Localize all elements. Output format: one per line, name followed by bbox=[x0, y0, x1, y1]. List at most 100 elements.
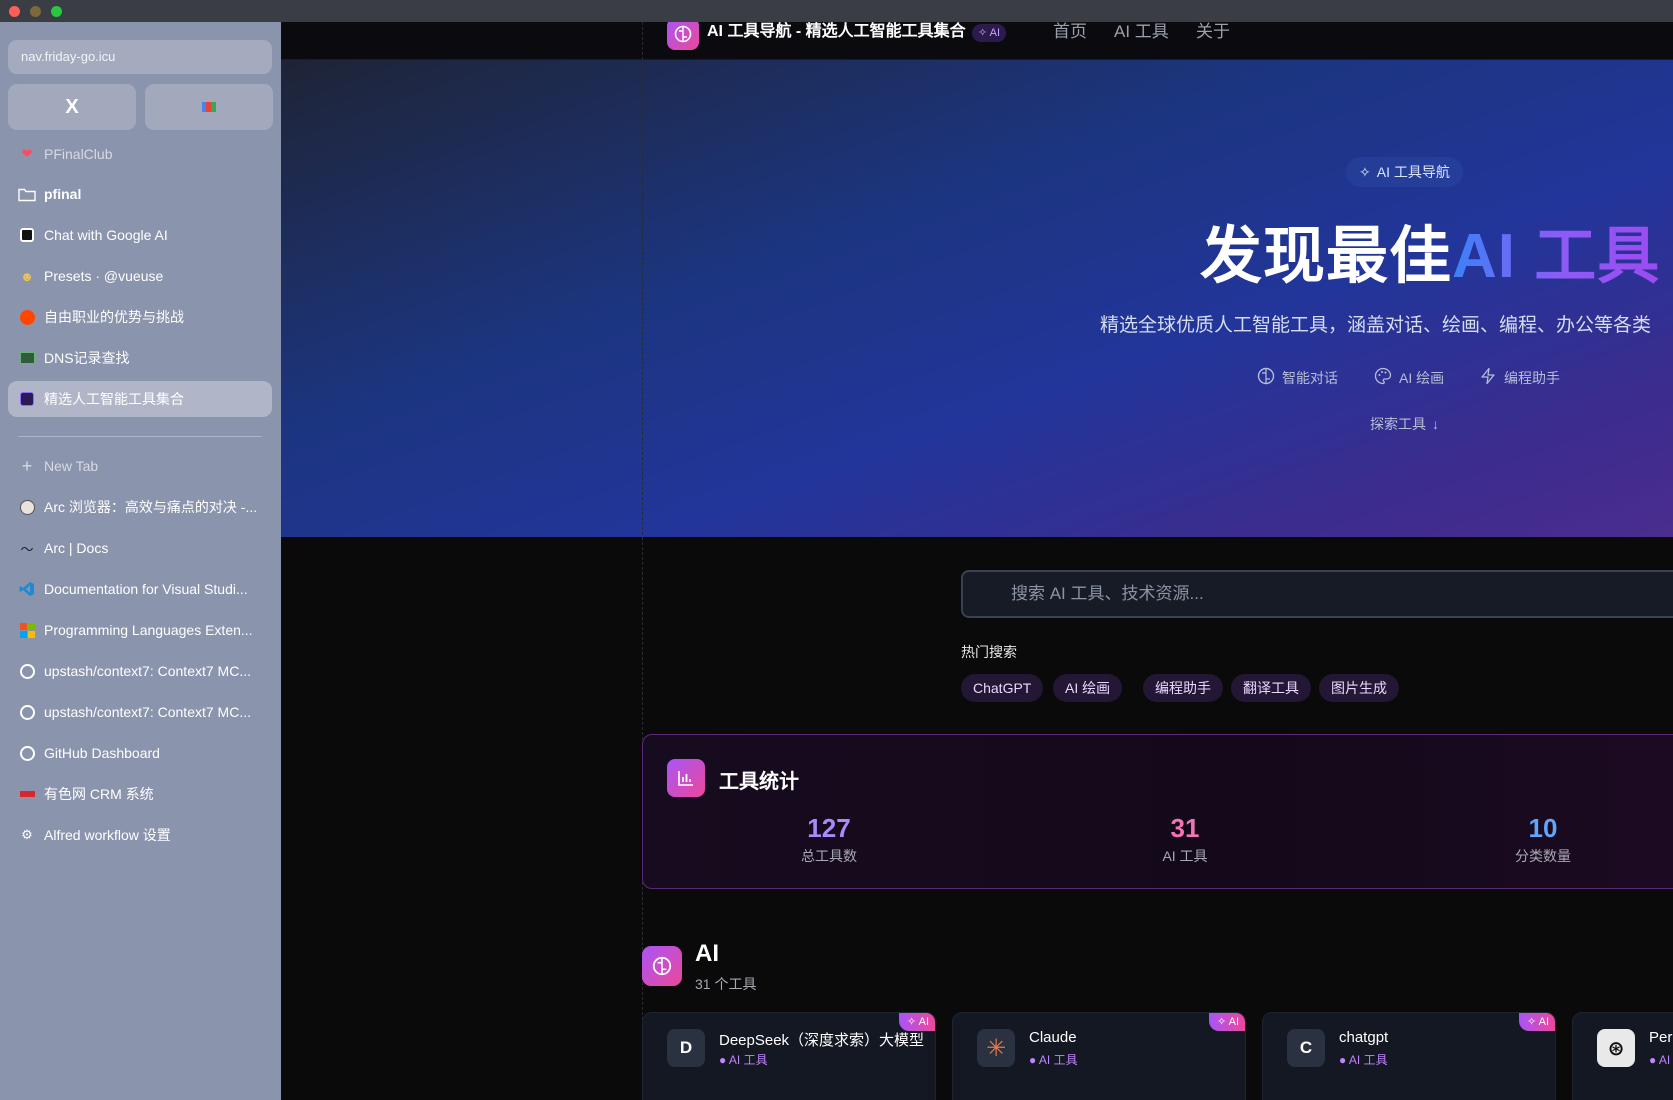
stat-value: 31 bbox=[1170, 813, 1200, 843]
site-title[interactable]: AI 工具导航 - 精选人工智能工具集合 bbox=[707, 22, 966, 42]
maximize-window-button[interactable] bbox=[51, 6, 62, 17]
arrow-down-icon: ↓ bbox=[1432, 416, 1439, 432]
hero-section: ✧ AI 工具导航 发现最佳AI 工具 精选全球优质人工智能工具，涵盖对话、绘画… bbox=[281, 60, 1673, 537]
category-title: AI bbox=[695, 940, 719, 967]
tab-context7-1[interactable]: upstash/context7: Context7 MC... bbox=[8, 653, 272, 689]
pinned-item-label: 自由职业的优势与挑战 bbox=[44, 309, 184, 325]
nav-about[interactable]: 关于 bbox=[1196, 22, 1230, 42]
tab-arc-article[interactable]: Arc 浏览器：高效与痛点的对决 -... bbox=[8, 489, 272, 525]
tool-card-claude[interactable]: ✳ Claude ● AI 工具 ✧ AI bbox=[952, 1012, 1246, 1100]
ai-badge: ✧ AI bbox=[972, 24, 1007, 42]
feature-label: AI 绘画 bbox=[1399, 369, 1445, 386]
x-logo-icon: X bbox=[65, 95, 79, 118]
hot-chip-chatgpt[interactable]: ChatGPT bbox=[961, 674, 1044, 702]
favorite-x[interactable]: X bbox=[8, 84, 136, 130]
tab-label: GitHub Dashboard bbox=[44, 745, 160, 761]
github-icon bbox=[18, 744, 36, 762]
category-count: 31 个工具 bbox=[695, 976, 757, 992]
stat-value: 127 bbox=[807, 813, 851, 843]
perplexity-icon: ⊛ bbox=[1597, 1029, 1635, 1067]
tab-label: Programming Languages Exten... bbox=[44, 622, 253, 638]
tab-label: Documentation for Visual Studi... bbox=[44, 581, 248, 597]
tab-alfred[interactable]: ⚙ Alfred workflow 设置 bbox=[8, 817, 272, 853]
pinned-item-dns[interactable]: DNS记录查找 bbox=[8, 340, 272, 376]
pinned-item-vueuse[interactable]: ☻ Presets · @vueuse bbox=[8, 258, 272, 294]
tool-card-deepseek[interactable]: D DeepSeek（深度求索）大模型 ● AI 工具 ✧ AI bbox=[642, 1012, 936, 1100]
new-tab-label: New Tab bbox=[44, 458, 99, 474]
hero-pill: ✧ AI 工具导航 bbox=[1346, 157, 1463, 187]
sparkle-icon: ✧ bbox=[1359, 164, 1371, 180]
tab-label: upstash/context7: Context7 MC... bbox=[44, 663, 251, 679]
tab-label: 有色网 CRM 系统 bbox=[44, 786, 154, 802]
tab-crm[interactable]: 有色网 CRM 系统 bbox=[8, 776, 272, 812]
pinned-item-reddit[interactable]: 自由职业的优势与挑战 bbox=[8, 299, 272, 335]
tool-card-perplexity[interactable]: ⊛ Perplexity ● AI 工具 bbox=[1572, 1012, 1673, 1100]
pinned-item-label: DNS记录查找 bbox=[44, 350, 130, 366]
tool-card-chatgpt[interactable]: C chatgpt ● AI 工具 ✧ AI bbox=[1262, 1012, 1556, 1100]
pinned-item-pfinalclub[interactable]: ❤ PFinalClub bbox=[8, 136, 272, 172]
ai-badge-label: AI bbox=[989, 27, 1001, 39]
hot-chip-coding[interactable]: 编程助手 bbox=[1143, 674, 1223, 702]
hot-chip-image-gen[interactable]: 图片生成 bbox=[1319, 674, 1399, 702]
tool-tag: ● AI 工具 bbox=[1029, 1053, 1078, 1067]
hot-chip-ai-painting[interactable]: AI 绘画 bbox=[1053, 674, 1123, 702]
feature-chat[interactable]: 智能对话 bbox=[1257, 367, 1338, 388]
search-input[interactable]: 搜索 AI 工具、技术资源... bbox=[961, 570, 1673, 618]
stats-panel: 工具统计 127 总工具数 31 AI 工具 10 分类数量 bbox=[642, 734, 1673, 889]
pinned-item-ai-nav[interactable]: 精选人工智能工具集合 bbox=[8, 381, 272, 417]
ai-corner-badge: ✧ AI bbox=[1209, 1013, 1245, 1031]
tool-tag: ● AI 工具 bbox=[719, 1053, 768, 1067]
hero-subtitle: 精选全球优质人工智能工具，涵盖对话、绘画、编程、办公等各类 bbox=[1100, 315, 1652, 336]
tool-tag: ● AI 工具 bbox=[1339, 1053, 1388, 1067]
gear-icon: ⚙ bbox=[21, 827, 33, 842]
claude-icon: ✳ bbox=[977, 1029, 1015, 1067]
feature-coding[interactable]: 编程助手 bbox=[1479, 367, 1560, 388]
browser-sidebar: nav.friday-go.icu X ❤ PFinalClub pfinal … bbox=[0, 22, 281, 1100]
site-header: AI 工具导航 - 精选人工智能工具集合 ✧ AI 首页 AI 工具 关于 bbox=[281, 22, 1673, 60]
stat-label: 总工具数 bbox=[801, 848, 857, 864]
explore-tools-link[interactable]: 探索工具 ↓ bbox=[1370, 414, 1439, 434]
minimize-window-button[interactable] bbox=[30, 6, 41, 17]
tab-arc-docs[interactable]: 〜 Arc | Docs bbox=[8, 530, 272, 566]
layout-guide-line bbox=[642, 22, 643, 1100]
hot-chip-translate[interactable]: 翻译工具 bbox=[1231, 674, 1311, 702]
nav-home[interactable]: 首页 bbox=[1053, 22, 1087, 42]
tab-label: upstash/context7: Context7 MC... bbox=[44, 704, 251, 720]
favorite-gmail[interactable] bbox=[145, 84, 273, 130]
new-tab-button[interactable]: + New Tab bbox=[8, 448, 272, 484]
folder-icon bbox=[18, 185, 36, 203]
pinned-folder-pfinal[interactable]: pfinal bbox=[8, 176, 272, 212]
tool-name: DeepSeek（深度求索）大模型 bbox=[719, 1032, 925, 1049]
tab-vscode-docs[interactable]: Documentation for Visual Studi... bbox=[8, 571, 272, 607]
window-titlebar bbox=[0, 0, 1673, 22]
pinned-item-label: Chat with Google AI bbox=[44, 227, 168, 243]
pinned-item-label: 精选人工智能工具集合 bbox=[44, 391, 184, 407]
url-bar[interactable]: nav.friday-go.icu bbox=[8, 40, 272, 74]
feature-painting[interactable]: AI 绘画 bbox=[1374, 367, 1444, 388]
category-brain-icon bbox=[642, 946, 682, 986]
brain-logo-icon[interactable] bbox=[667, 22, 699, 50]
pinned-item-google-ai[interactable]: Chat with Google AI bbox=[8, 217, 272, 253]
stat-total: 127 总工具数 bbox=[729, 813, 929, 866]
bar-chart-icon bbox=[667, 759, 705, 797]
tool-avatar: D bbox=[667, 1029, 705, 1067]
nav-ai-tools[interactable]: AI 工具 bbox=[1114, 22, 1169, 42]
tab-label: Arc 浏览器：高效与痛点的对决 -... bbox=[44, 499, 258, 515]
microsoft-icon bbox=[18, 621, 36, 639]
stat-ai-tools: 31 AI 工具 bbox=[1085, 813, 1285, 866]
lightning-icon bbox=[1479, 367, 1497, 388]
feature-label: 智能对话 bbox=[1282, 369, 1338, 386]
tab-github-dashboard[interactable]: GitHub Dashboard bbox=[8, 735, 272, 771]
hero-title: 发现最佳AI 工具 bbox=[1200, 205, 1660, 295]
avatar-icon bbox=[18, 498, 36, 516]
arc-icon: 〜 bbox=[20, 541, 34, 557]
tab-languages[interactable]: Programming Languages Exten... bbox=[8, 612, 272, 648]
close-window-button[interactable] bbox=[9, 6, 20, 17]
tool-avatar: C bbox=[1287, 1029, 1325, 1067]
dns-icon bbox=[18, 349, 36, 367]
tool-name: chatgpt bbox=[1339, 1029, 1389, 1046]
google-ai-icon bbox=[18, 226, 36, 244]
tab-context7-2[interactable]: upstash/context7: Context7 MC... bbox=[8, 694, 272, 730]
hot-search-title: 热门搜索 bbox=[961, 644, 1017, 660]
tool-name: Perplexity bbox=[1649, 1029, 1673, 1046]
